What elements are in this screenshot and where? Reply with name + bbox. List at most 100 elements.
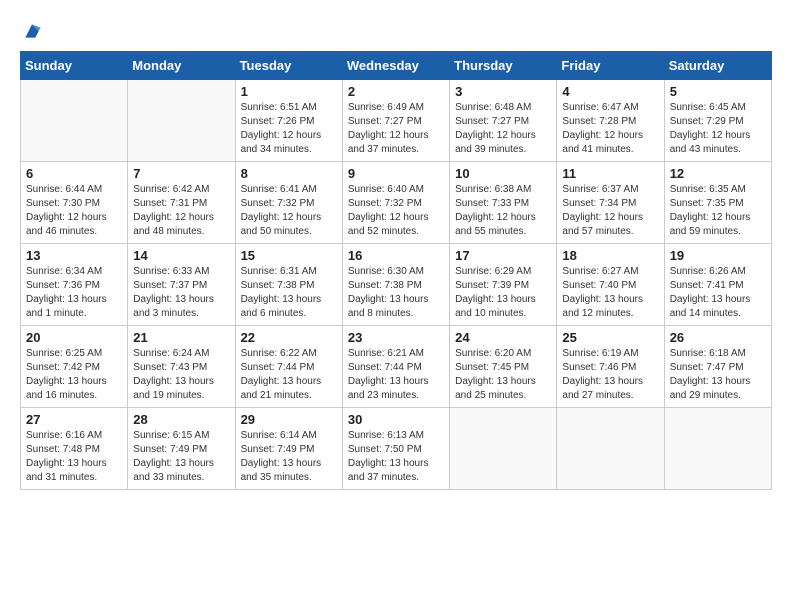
day-info-line: Daylight: 12 hours and 55 minutes. [455,212,536,237]
day-info: Sunrise: 6:41 AMSunset: 7:32 PMDaylight:… [241,183,337,239]
day-info-line: Sunrise: 6:45 AM [670,102,746,113]
day-info-line: Daylight: 12 hours and 59 minutes. [670,212,751,237]
calendar-cell: 26Sunrise: 6:18 AMSunset: 7:47 PMDayligh… [664,326,771,408]
day-info-line: Sunrise: 6:26 AM [670,266,746,277]
calendar-header-row: SundayMondayTuesdayWednesdayThursdayFrid… [21,52,772,80]
calendar-cell: 1 Sunrise: 6:51 AMSunset: 7:26 PMDaylight… [235,80,342,162]
day-info-line: Sunset: 7:38 PM [348,280,422,291]
day-info-line: Sunrise: 6:49 AM [348,102,424,113]
day-info-line: Sunrise: 6:14 AM [241,430,317,441]
calendar-cell: 28Sunrise: 6:15 AMSunset: 7:49 PMDayligh… [128,408,235,490]
day-info-line: Daylight: 12 hours and 52 minutes. [348,212,429,237]
day-number: 23 [348,330,444,345]
calendar-cell: 8 Sunrise: 6:41 AMSunset: 7:32 PMDaylight… [235,162,342,244]
day-number: 9 [348,166,444,181]
day-info-line: Sunrise: 6:15 AM [133,430,209,441]
calendar-cell: 23Sunrise: 6:21 AMSunset: 7:44 PMDayligh… [342,326,449,408]
day-info-line: Sunset: 7:43 PM [133,362,207,373]
day-info-line: Daylight: 12 hours and 50 minutes. [241,212,322,237]
day-info-line: Daylight: 13 hours and 16 minutes. [26,376,107,401]
day-info-line: Sunrise: 6:13 AM [348,430,424,441]
day-info-line: Sunset: 7:48 PM [26,444,100,455]
day-info-line: Daylight: 13 hours and 27 minutes. [562,376,643,401]
day-info-line: Sunrise: 6:20 AM [455,348,531,359]
day-info-line: Sunset: 7:31 PM [133,198,207,209]
calendar-cell: 10Sunrise: 6:38 AMSunset: 7:33 PMDayligh… [450,162,557,244]
day-info-line: Sunset: 7:40 PM [562,280,636,291]
day-number: 30 [348,412,444,427]
day-info: Sunrise: 6:42 AMSunset: 7:31 PMDaylight:… [133,183,229,239]
day-info-line: Sunset: 7:27 PM [455,116,529,127]
day-info: Sunrise: 6:15 AMSunset: 7:49 PMDaylight:… [133,429,229,485]
day-number: 1 [241,84,337,99]
day-info-line: Sunset: 7:29 PM [670,116,744,127]
day-info-line: Sunset: 7:49 PM [241,444,315,455]
calendar-cell: 22Sunrise: 6:22 AMSunset: 7:44 PMDayligh… [235,326,342,408]
day-info-line: Daylight: 12 hours and 34 minutes. [241,130,322,155]
day-info-line: Sunrise: 6:47 AM [562,102,638,113]
day-number: 27 [26,412,122,427]
day-info: Sunrise: 6:37 AMSunset: 7:34 PMDaylight:… [562,183,658,239]
calendar-cell: 25Sunrise: 6:19 AMSunset: 7:46 PMDayligh… [557,326,664,408]
day-number: 12 [670,166,766,181]
day-info-line: Daylight: 13 hours and 31 minutes. [26,458,107,483]
day-info-line: Sunrise: 6:25 AM [26,348,102,359]
day-number: 20 [26,330,122,345]
day-info-line: Sunrise: 6:40 AM [348,184,424,195]
calendar-week-row: 27Sunrise: 6:16 AMSunset: 7:48 PMDayligh… [21,408,772,490]
calendar-cell: 9 Sunrise: 6:40 AM Sunset: 7:32 PM Daylight… [342,162,449,244]
day-info-line: Sunrise: 6:38 AM [455,184,531,195]
day-info-line: Daylight: 12 hours and 46 minutes. [26,212,107,237]
calendar-week-row: 6Sunrise: 6:44 AMSunset: 7:30 PMDaylight… [21,162,772,244]
day-info-line: Sunset: 7:47 PM [670,362,744,373]
day-info-line: Daylight: 13 hours and 10 minutes. [455,294,536,319]
day-info-line: Sunset: 7:27 PM [348,116,422,127]
day-info-line: Daylight: 13 hours and 8 minutes. [348,294,429,319]
day-number: 29 [241,412,337,427]
day-info-line: Sunset: 7:38 PM [241,280,315,291]
day-number: 6 [26,166,122,181]
calendar-cell: 24Sunrise: 6:20 AMSunset: 7:45 PMDayligh… [450,326,557,408]
day-info-line: Sunset: 7:49 PM [133,444,207,455]
day-info: Sunrise: 6:20 AMSunset: 7:45 PMDaylight:… [455,347,551,403]
day-info: Sunrise: 6:45 AMSunset: 7:29 PMDaylight:… [670,101,766,157]
calendar-header-tuesday: Tuesday [235,52,342,80]
day-info: Sunrise: 6:33 AMSunset: 7:37 PMDaylight:… [133,265,229,321]
day-info: Sunrise: 6:51 AMSunset: 7:26 PMDaylight:… [241,101,337,157]
calendar-week-row: 20Sunrise: 6:25 AMSunset: 7:42 PMDayligh… [21,326,772,408]
day-number: 8 [241,166,337,181]
day-info-line: Sunset: 7:32 PM [348,198,422,209]
day-info-line: Sunset: 7:35 PM [670,198,744,209]
day-number: 19 [670,248,766,263]
calendar-cell: 5Sunrise: 6:45 AMSunset: 7:29 PMDaylight… [664,80,771,162]
day-number: 17 [455,248,551,263]
day-info: Sunrise: 6:38 AMSunset: 7:33 PMDaylight:… [455,183,551,239]
calendar-cell: 16Sunrise: 6:30 AMSunset: 7:38 PMDayligh… [342,244,449,326]
day-info-line: Sunset: 7:44 PM [241,362,315,373]
day-info: Sunrise: 6:27 AMSunset: 7:40 PMDaylight:… [562,265,658,321]
day-info-line: Sunset: 7:37 PM [133,280,207,291]
day-number: 3 [455,84,551,99]
day-info-line: Daylight: 13 hours and 37 minutes. [348,458,429,483]
day-info-line: Sunrise: 6:22 AM [241,348,317,359]
calendar-cell: 11Sunrise: 6:37 AMSunset: 7:34 PMDayligh… [557,162,664,244]
day-info-line: Sunset: 7:26 PM [241,116,315,127]
calendar-cell [21,80,128,162]
day-info: Sunrise: 6:24 AMSunset: 7:43 PMDaylight:… [133,347,229,403]
day-info-line: Sunset: 7:30 PM [26,198,100,209]
day-info: Sunrise: 6:35 AM Sunset: 7:35 PM Daylight:… [670,183,766,239]
calendar-cell [128,80,235,162]
day-info-line: Sunrise: 6:42 AM [133,184,209,195]
day-number: 26 [670,330,766,345]
day-number: 7 [133,166,229,181]
day-info-line: Sunset: 7:39 PM [455,280,529,291]
day-number: 5 [670,84,766,99]
calendar-cell: 6Sunrise: 6:44 AMSunset: 7:30 PMDaylight… [21,162,128,244]
page-header [20,20,772,41]
day-info: Sunrise: 6:22 AMSunset: 7:44 PMDaylight:… [241,347,337,403]
day-number: 2 [348,84,444,99]
calendar-cell: 3Sunrise: 6:48 AMSunset: 7:27 PMDaylight… [450,80,557,162]
day-info-line: Sunrise: 6:35 AM [670,184,746,195]
calendar-cell [450,408,557,490]
calendar-cell: 15Sunrise: 6:31 AMSunset: 7:38 PMDayligh… [235,244,342,326]
